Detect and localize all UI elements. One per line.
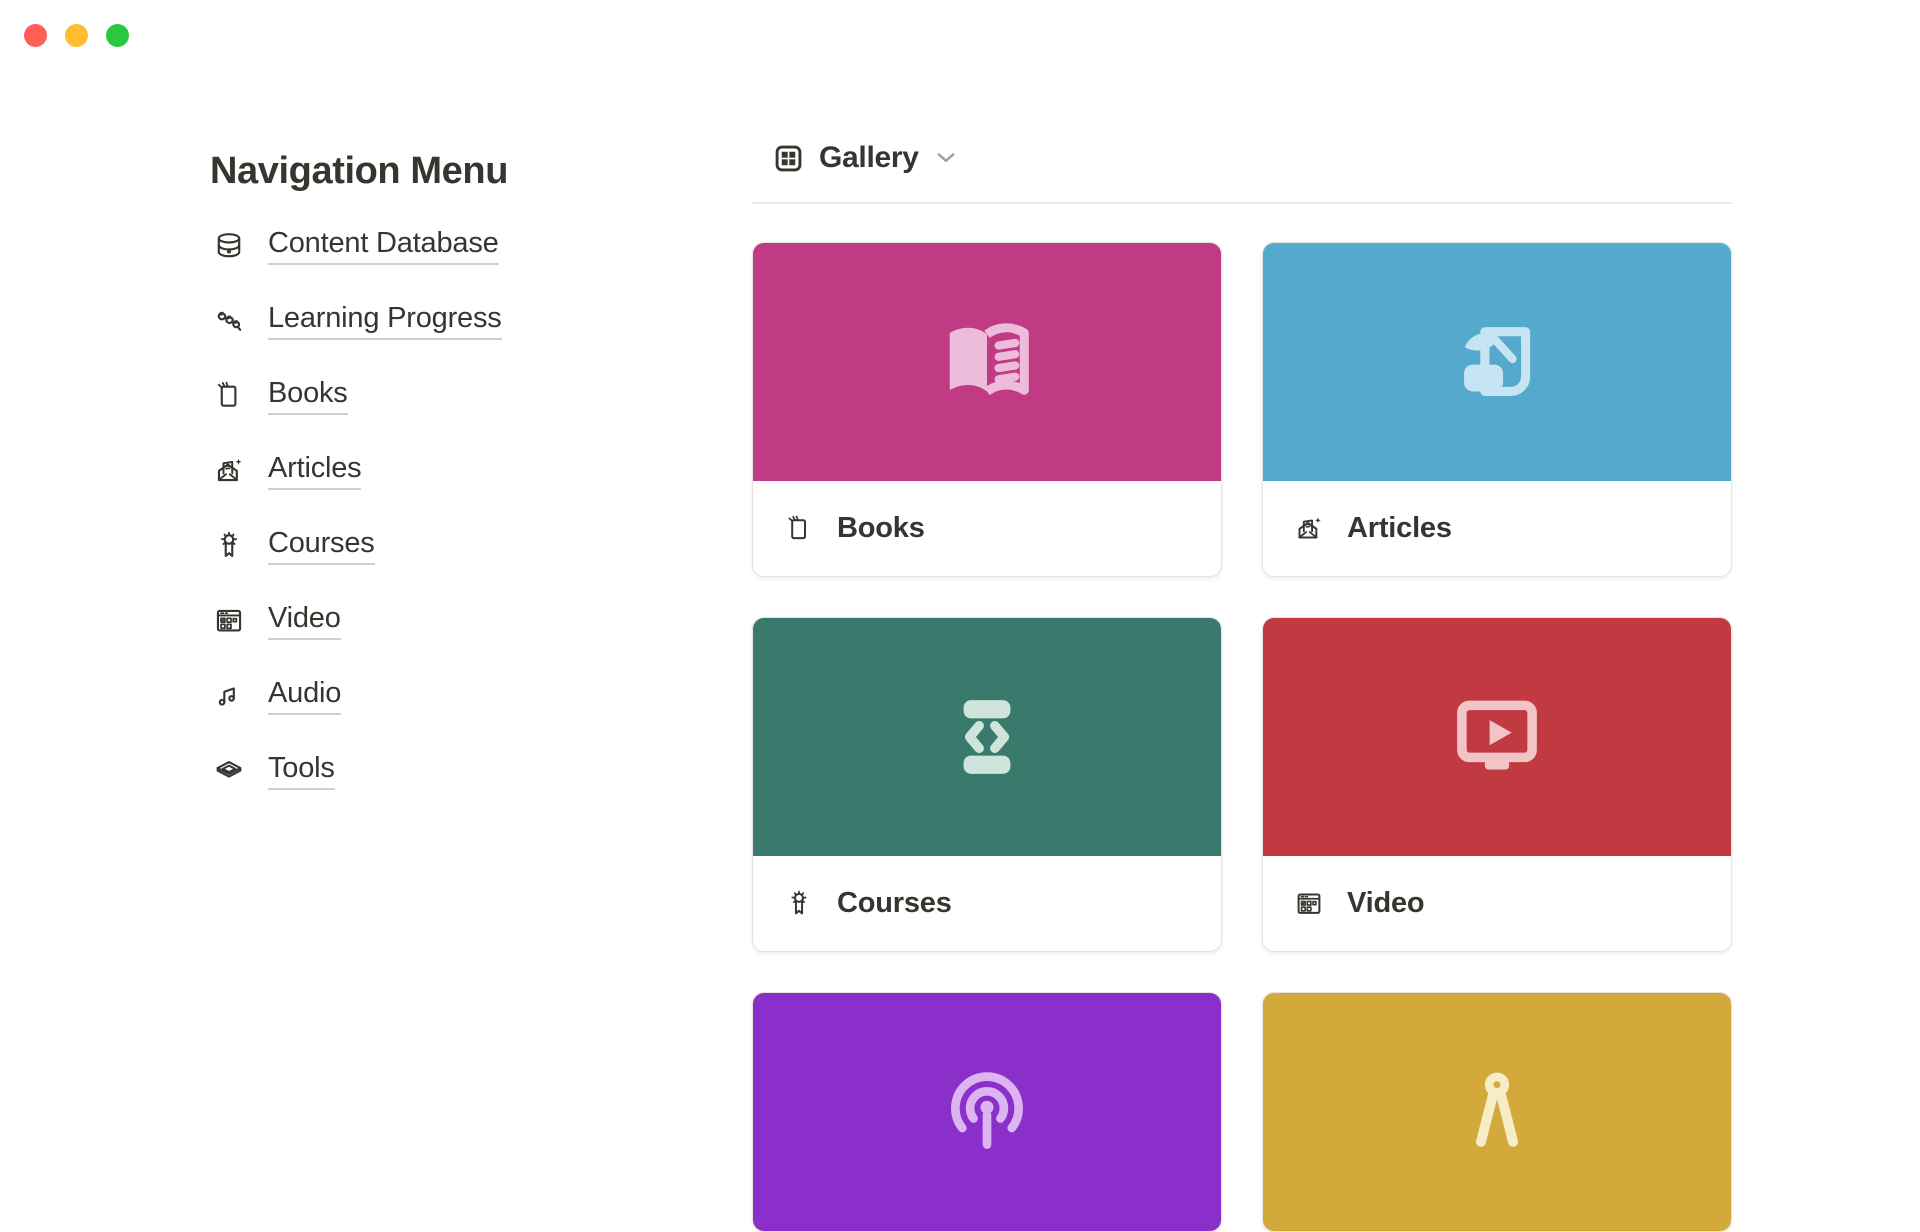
nav-link-label[interactable]: Tools [268,752,335,790]
card-cover [1263,618,1731,856]
nav-link-label[interactable]: Books [268,377,348,415]
nav-link-label[interactable]: Learning Progress [268,302,502,340]
toolbar-divider [752,202,1732,204]
card-cover [753,993,1221,1231]
app-window-icon [1293,888,1325,920]
card-cover [1263,993,1731,1231]
open-book-icon [935,310,1039,414]
medal-icon [783,888,815,920]
nav-item-content-database[interactable]: Content Database [210,208,680,283]
app-window-icon [210,602,248,640]
card-title: Courses [837,887,952,920]
nav-item-books[interactable]: Books [210,358,680,433]
nav-item-learning-progress[interactable]: Learning Progress [210,283,680,358]
card-footer: Books [753,481,1221,576]
nav-item-tools[interactable]: Tools [210,733,680,808]
navigation-menu: Navigation Menu Content Database Learnin… [210,148,680,808]
view-switcher[interactable]: Gallery [752,130,961,186]
quill-writing-icon [1445,310,1549,414]
nav-item-video[interactable]: Video [210,583,680,658]
card-cover [1263,243,1731,481]
card-title: Books [837,512,925,545]
box-icon [210,752,248,790]
page-title: Navigation Menu [210,148,680,194]
nav-link-label[interactable]: Content Database [268,227,499,265]
article-envelope-icon [1293,513,1325,545]
gallery-card-courses[interactable]: Courses [752,617,1222,952]
nav-link-label[interactable]: Articles [268,452,361,490]
nav-link-label[interactable]: Audio [268,677,341,715]
code-brackets-icon [935,685,1039,789]
gallery-card-partial-gold[interactable] [1262,992,1732,1232]
gallery-card-video[interactable]: Video [1262,617,1732,952]
gallery-grid-icon [772,142,805,175]
tv-play-icon [1445,685,1549,789]
window-controls [24,24,129,47]
compass-icon [1445,1060,1549,1164]
nav-list: Content Database Learning Progress Books… [210,208,680,808]
gallery-card-grid: Books Articles Courses [752,242,1732,1232]
book-icon [210,377,248,415]
article-envelope-icon [210,452,248,490]
nav-item-articles[interactable]: Articles [210,433,680,508]
view-label: Gallery [819,141,919,175]
nav-link-label[interactable]: Courses [268,527,375,565]
nav-link-label[interactable]: Video [268,602,341,640]
card-title: Articles [1347,512,1452,545]
nav-item-audio[interactable]: Audio [210,658,680,733]
minimize-window-button[interactable] [65,24,88,47]
card-footer: Video [1263,856,1731,951]
card-footer: Articles [1263,481,1731,576]
medal-icon [210,527,248,565]
gallery-card-books[interactable]: Books [752,242,1222,577]
book-icon [783,513,815,545]
gallery-card-articles[interactable]: Articles [1262,242,1732,577]
spiral-doodle-icon [210,302,248,340]
card-title: Video [1347,887,1424,920]
music-notes-icon [210,677,248,715]
zoom-window-button[interactable] [106,24,129,47]
card-cover [753,618,1221,856]
close-window-button[interactable] [24,24,47,47]
chevron-down-icon [931,145,961,171]
card-footer: Courses [753,856,1221,951]
podcast-icon [935,1060,1039,1164]
nav-item-courses[interactable]: Courses [210,508,680,583]
database-icon [210,227,248,265]
card-cover [753,243,1221,481]
gallery-card-partial-purple[interactable] [752,992,1222,1232]
